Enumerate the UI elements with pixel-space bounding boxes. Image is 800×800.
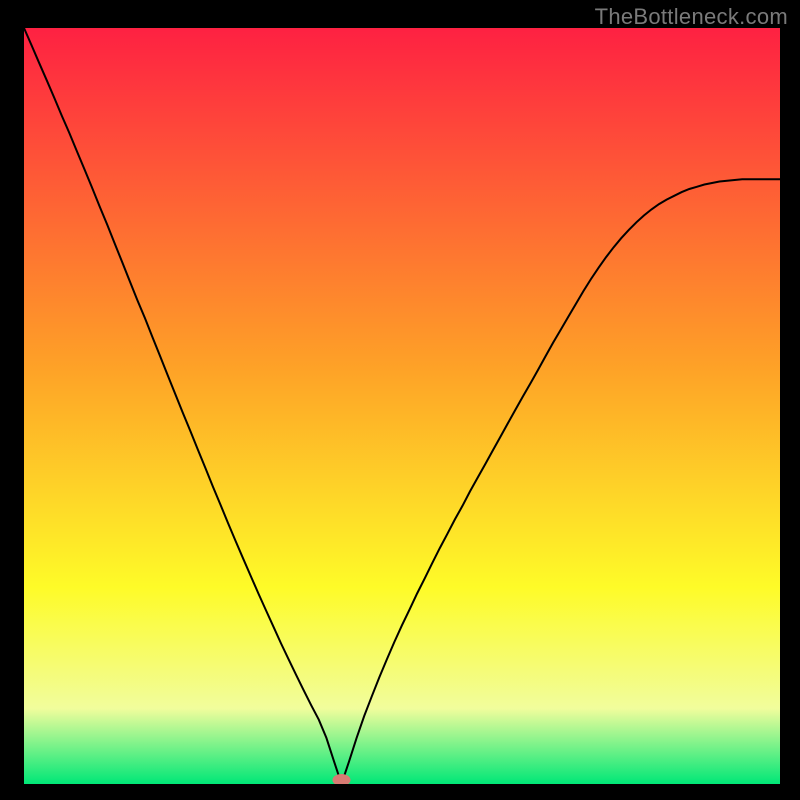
bottom-frame xyxy=(24,784,780,800)
chart-canvas: TheBottleneck.com xyxy=(0,0,800,800)
watermark-text: TheBottleneck.com xyxy=(595,4,788,30)
minimum-marker xyxy=(333,774,351,784)
plot-curve-layer xyxy=(24,28,780,784)
plot-area xyxy=(24,28,780,784)
bottleneck-curve xyxy=(24,28,780,784)
